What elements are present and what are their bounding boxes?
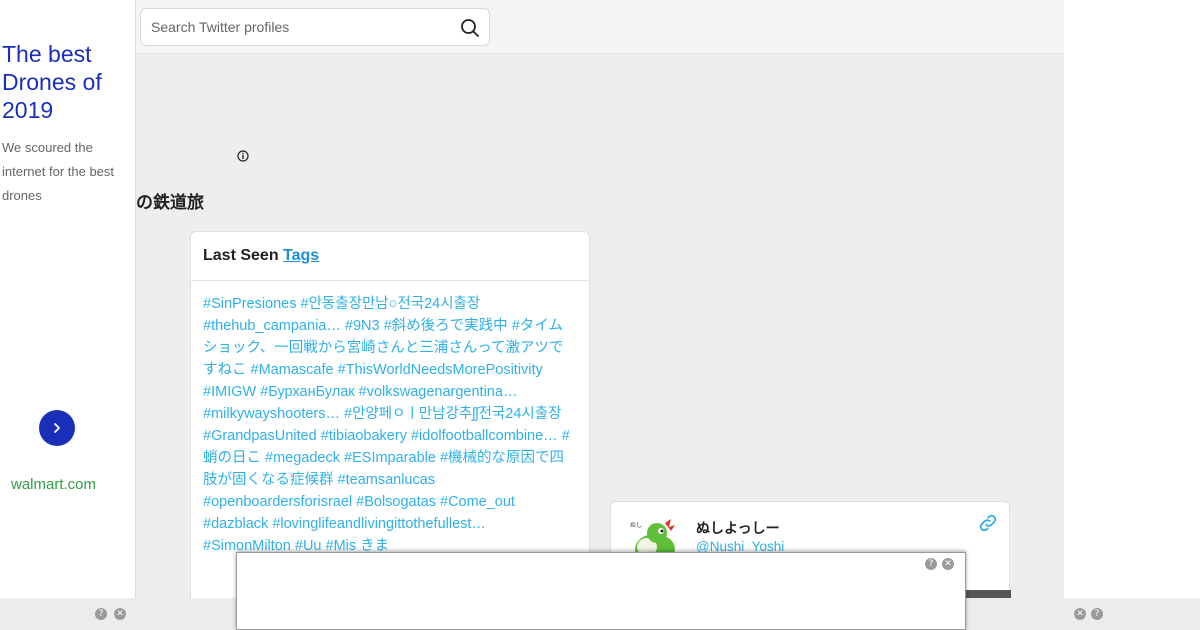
card-header: Last Seen Tags bbox=[191, 232, 589, 281]
main-content: の鉄道旅 Last Seen Tags #SinPresiones #안동출장만… bbox=[136, 0, 1064, 630]
top-bar bbox=[136, 0, 1064, 54]
left-ad-panel[interactable]: The best Drones of 2019 We scoured the i… bbox=[0, 0, 136, 630]
tag-link[interactable]: #9N3 bbox=[345, 318, 380, 334]
svg-text:ぬし: ぬし bbox=[630, 522, 642, 529]
tag-link[interactable]: #milkywayshooters… bbox=[203, 406, 340, 422]
tag-link[interactable]: #volkswagenargentina… bbox=[359, 384, 518, 400]
tag-link[interactable]: #Bolsogatas bbox=[356, 494, 436, 510]
ad-next-button[interactable] bbox=[39, 410, 75, 446]
tag-link[interactable]: #ESImparable bbox=[344, 450, 436, 466]
tag-link[interactable]: #БурханБулак bbox=[260, 384, 354, 400]
ad-title[interactable]: The best Drones of 2019 bbox=[2, 40, 132, 124]
search-icon[interactable] bbox=[459, 17, 481, 39]
search-input[interactable] bbox=[151, 9, 451, 45]
tag-link[interactable]: #GrandpasUnited bbox=[203, 428, 317, 444]
tag-link[interactable]: #tibiaobakery bbox=[321, 428, 407, 444]
info-icon[interactable] bbox=[237, 150, 249, 162]
ad-domain-link[interactable]: walmart.com bbox=[11, 476, 96, 493]
card-title-prefix: Last Seen bbox=[203, 247, 279, 264]
tags-link[interactable]: Tags bbox=[283, 247, 319, 264]
tag-link[interactable]: #안동출장만남○전국24시출장 bbox=[301, 296, 481, 312]
ad-help-button[interactable]: ? bbox=[1091, 608, 1103, 620]
chevron-right-icon bbox=[54, 423, 60, 433]
tag-link[interactable]: #teamsanlucas bbox=[338, 472, 436, 488]
tag-link[interactable]: #megadeck bbox=[265, 450, 340, 466]
tag-link[interactable]: #Come_out bbox=[440, 494, 515, 510]
profile-display-name: ぬしよっしー bbox=[696, 520, 780, 536]
bottom-overlay-ad[interactable]: ? ✕ bbox=[236, 552, 966, 630]
ad-help-button[interactable]: ? bbox=[925, 558, 937, 570]
ad-help-button[interactable]: ? bbox=[95, 608, 107, 620]
ad-description: We scoured the internet for the best dro… bbox=[2, 140, 115, 203]
tag-link[interactable]: #ThisWorldNeedsMorePositivity bbox=[338, 362, 543, 378]
tag-link[interactable]: #dazblack bbox=[203, 516, 268, 532]
tag-link[interactable]: #openboardersforisrael bbox=[203, 494, 352, 510]
tag-list: #SinPresiones #안동출장만남○전국24시출장 #thehub_ca… bbox=[191, 281, 589, 557]
section-heading-fragment: の鉄道旅 bbox=[136, 193, 204, 212]
ad-close-button[interactable]: ✕ bbox=[942, 558, 954, 570]
tag-link[interactable]: #SinPresiones bbox=[203, 296, 297, 312]
tag-link[interactable]: #IMIGW bbox=[203, 384, 256, 400]
tag-link[interactable]: #斜め後ろで実践中 bbox=[384, 318, 508, 334]
search-box bbox=[140, 8, 490, 46]
tag-link[interactable]: #안양페ㅇㅣ만남강추ʃʃ전국24시출장 bbox=[344, 406, 561, 422]
bottom-ad-bar-left: ? ✕ bbox=[0, 598, 236, 630]
bottom-ad-bar-right: ✕ ? bbox=[965, 598, 1200, 630]
right-ad-area bbox=[1064, 0, 1200, 630]
link-icon[interactable] bbox=[977, 512, 999, 534]
tag-link[interactable]: #Mamascafe bbox=[251, 362, 334, 378]
ad-close-button[interactable]: ✕ bbox=[1074, 608, 1086, 620]
tag-link[interactable]: #idolfootballcombine… bbox=[411, 428, 558, 444]
tag-link[interactable]: #lovinglifeandlivingittothefullest… bbox=[272, 516, 486, 532]
tag-link[interactable]: #thehub_campania… bbox=[203, 318, 341, 334]
ad-close-button[interactable]: ✕ bbox=[114, 608, 126, 620]
